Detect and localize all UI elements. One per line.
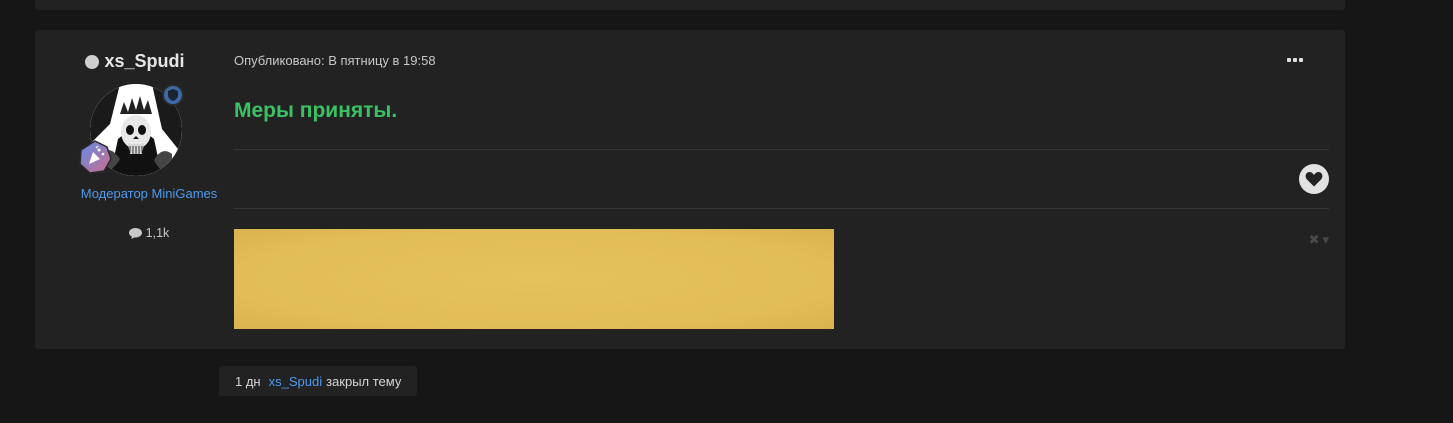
- chevron-down-icon[interactable]: ▾: [1322, 232, 1329, 248]
- event-user-link[interactable]: xs_Spudi: [269, 374, 322, 389]
- post-body-text: Меры приняты.: [234, 99, 398, 122]
- event-time: 1 дн: [235, 373, 261, 389]
- signature-controls[interactable]: ✖ ▾: [1309, 232, 1329, 248]
- previous-post-panel: [35, 0, 1345, 10]
- topic-event: 1 дн xs_Spudi закрыл тему: [219, 366, 418, 396]
- reactions-divider: [234, 208, 1329, 209]
- signature-image: [234, 229, 834, 329]
- post-content: Опубликовано: В пятницу в 19:58 Меры при…: [234, 30, 1329, 349]
- speech-bubble-icon: [128, 227, 142, 239]
- ellipsis-icon[interactable]: [1283, 53, 1307, 67]
- shield-icon: [162, 84, 184, 106]
- event-action: закрыл тему: [326, 373, 402, 389]
- heart-icon[interactable]: [1299, 164, 1329, 194]
- post-count-value: 1,1k: [145, 226, 170, 240]
- content-divider: [234, 149, 1329, 150]
- avatar-wrapper: [79, 84, 184, 176]
- online-status-icon: [85, 54, 100, 69]
- close-icon[interactable]: ✖: [1309, 232, 1320, 248]
- party-popper-icon: [78, 140, 112, 174]
- post-panel: xs_Spudi Модератор MiniGames 1,1k Опубли…: [35, 30, 1345, 349]
- author-role-title[interactable]: Модератор MiniGames: [35, 186, 263, 201]
- author-column: xs_Spudi Модератор MiniGames 1,1k: [35, 30, 235, 349]
- author-post-count: 1,1k: [35, 226, 263, 240]
- author-name-row: xs_Spudi: [35, 51, 235, 72]
- author-name-link[interactable]: xs_Spudi: [104, 51, 184, 72]
- post-date: Опубликовано: В пятницу в 19:58: [234, 53, 436, 68]
